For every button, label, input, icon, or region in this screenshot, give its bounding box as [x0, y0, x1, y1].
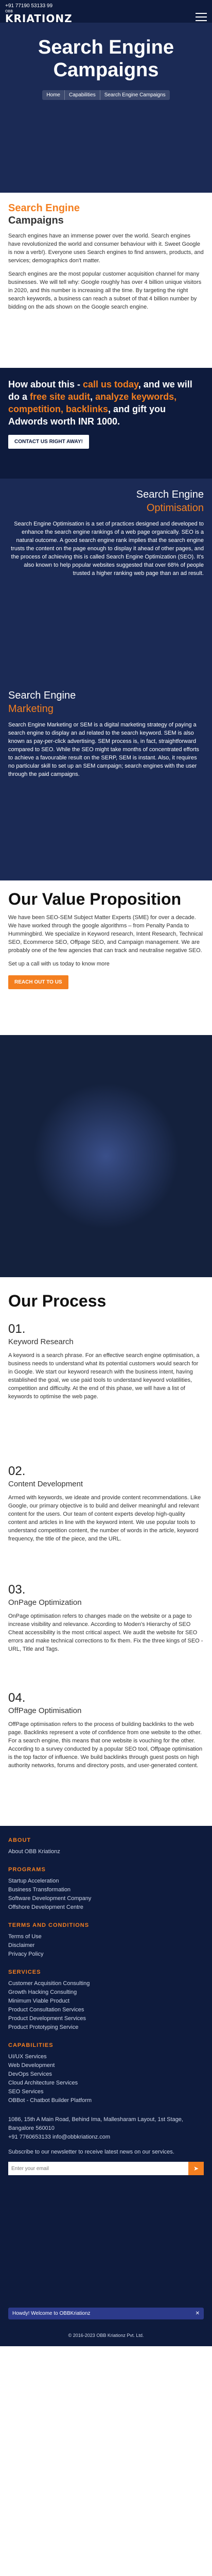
- process-step: 03. OnPage Optimization OnPage optimisat…: [8, 1583, 203, 1652]
- footer-link[interactable]: Startup Acceleration: [8, 1877, 204, 1886]
- breadcrumb-home[interactable]: Home: [42, 90, 65, 100]
- value-title: Our Value Proposition: [8, 890, 182, 908]
- footer-address: 1086, 15th A Main Road, Behind Ima, Mall…: [8, 2116, 183, 2131]
- footer-link[interactable]: Product Consultation Services: [8, 2006, 204, 2014]
- footer-link[interactable]: UI/UX Services: [8, 2053, 204, 2061]
- process-step: 01. Keyword Research A keyword is a sear…: [8, 1322, 200, 1400]
- footer-link[interactable]: SEO Services: [8, 2088, 204, 2096]
- footer-link[interactable]: Cloud Architecture Services: [8, 2079, 204, 2088]
- footer-link[interactable]: Customer Acquisition Consulting: [8, 1979, 204, 1988]
- site-logo[interactable]: OBB KRIATIONZ: [5, 10, 73, 24]
- footer-terms-heading: TERMS AND CONDITIONS: [8, 1922, 90, 1928]
- seo-section: Search Engine Optimisation Search Engine …: [0, 479, 212, 680]
- footer-link[interactable]: About OBB Kriationz: [8, 1848, 204, 1856]
- footer-link[interactable]: Privacy Policy: [8, 1950, 204, 1959]
- chat-greeting: Howdy! Welcome to OBBKriationz: [12, 2311, 91, 2316]
- decorative-image: [0, 1035, 212, 1277]
- footer-programs-heading: PROGRAMS: [8, 1867, 46, 1873]
- hero-banner: Search Engine Campaigns Home Capabilitie…: [0, 23, 212, 193]
- breadcrumb-current: Search Engine Campaigns: [104, 92, 166, 98]
- seo-paragraph: Search Engine Optimisation is a set of p…: [11, 521, 204, 577]
- value-paragraph: We have been SEO-SEM Subject Matter Expe…: [8, 914, 203, 954]
- footer-link[interactable]: Web Development: [8, 2061, 204, 2070]
- logo-text: KRIATIONZ: [5, 12, 73, 25]
- offer-banner: How about this - call us today, and we w…: [0, 368, 212, 479]
- newsletter-form: ➤: [8, 2162, 204, 2175]
- offer-text: How about this - call us today, and we w…: [8, 379, 192, 427]
- sem-paragraph: Search Engine Marketing or SEM is a digi…: [8, 722, 199, 777]
- process-title: Our Process: [8, 1292, 107, 1310]
- chat-widget[interactable]: Howdy! Welcome to OBBKriationz ✕: [8, 2308, 204, 2319]
- footer-link[interactable]: Product Prototyping Service: [8, 2023, 204, 2032]
- seo-title: Search Engine Optimisation: [136, 489, 204, 514]
- intro-title: Search Engine Campaigns: [8, 202, 80, 226]
- page-title: Search Engine Campaigns: [38, 37, 174, 81]
- newsletter-email-input[interactable]: [8, 2162, 188, 2175]
- contact-us-button[interactable]: CONTACT US RIGHT AWAY!: [8, 435, 89, 449]
- footer-link[interactable]: Product Development Services: [8, 2014, 204, 2023]
- reach-out-button[interactable]: REACH OUT TO US: [8, 975, 68, 989]
- footer-link[interactable]: Growth Hacking Consulting: [8, 1988, 204, 1997]
- value-cta-text: Set up a call with us today to know more: [8, 961, 110, 967]
- footer-link[interactable]: Terms of Use: [8, 1933, 204, 1941]
- footer-link[interactable]: Disclaimer: [8, 1941, 204, 1950]
- site-footer: ABOUT About OBB Kriationz PROGRAMS Start…: [0, 1826, 212, 2346]
- breadcrumb-capabilities[interactable]: Capabilities: [65, 90, 100, 100]
- footer-link[interactable]: Business Transformation: [8, 1886, 204, 1894]
- footer-link[interactable]: Offshore Development Centre: [8, 1903, 204, 1912]
- footer-capabilities-heading: CAPABILITIES: [8, 2042, 54, 2048]
- footer-services-heading: SERVICES: [8, 1969, 41, 1975]
- header-phone[interactable]: +91 77190 53133 99: [5, 3, 207, 9]
- footer-contact[interactable]: +91 7760653133 info@obbkriationz.com: [8, 2133, 204, 2142]
- copyright: © 2016-2023 OBB Kriationz Pvt. Ltd.: [68, 2333, 144, 2338]
- hamburger-menu-icon[interactable]: [196, 12, 207, 21]
- value-proposition-section: Our Value Proposition We have been SEO-S…: [0, 880, 212, 1035]
- footer-link[interactable]: OBBot - Chatbot Builder Platform: [8, 2096, 204, 2105]
- sem-section: Search Engine Marketing Search Engine Mar…: [0, 680, 212, 880]
- process-step: 02. Content Development Armed with keywo…: [8, 1464, 201, 1542]
- newsletter-text: Subscribe to our newsletter to receive l…: [8, 2149, 174, 2155]
- process-step: 04. OffPage Optimisation OffPage optimis…: [8, 1691, 203, 1769]
- breadcrumb: Home Capabilities Search Engine Campaign…: [42, 90, 170, 100]
- footer-link[interactable]: Software Development Company: [8, 1894, 204, 1903]
- sem-title: Search Engine Marketing: [8, 690, 76, 715]
- intro-paragraph-2: Search engines are the most popular cust…: [8, 271, 202, 310]
- top-bar: +91 77190 53133 99 OBB KRIATIONZ: [0, 0, 212, 24]
- footer-about-heading: ABOUT: [8, 1837, 31, 1843]
- footer-link[interactable]: Minimum Viable Product: [8, 1997, 204, 2006]
- subscribe-arrow-icon[interactable]: ➤: [188, 2162, 204, 2175]
- intro-section: Search Engine Campaigns Search engines ha…: [0, 193, 212, 368]
- process-section: Our Process 01. Keyword Research A keywo…: [0, 1277, 212, 1826]
- footer-link[interactable]: DevOps Services: [8, 2070, 204, 2079]
- chat-close-icon[interactable]: ✕: [196, 2311, 200, 2316]
- intro-paragraph-1: Search engines have an immense power ove…: [8, 233, 204, 264]
